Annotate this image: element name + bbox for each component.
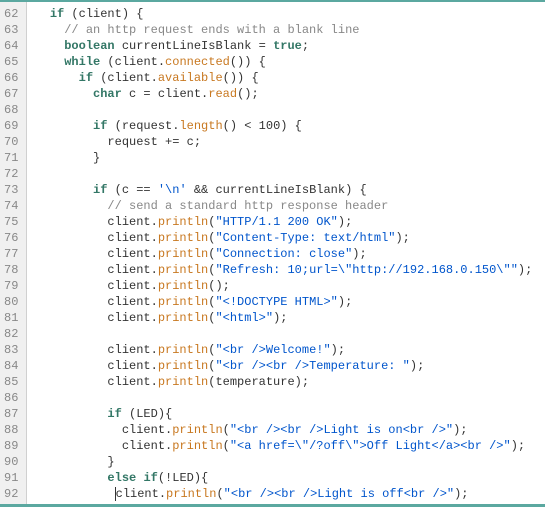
code-line[interactable]: // an http request ends with a blank lin… [35,22,545,38]
code-line[interactable]: client.println("<br /><br />Temperature:… [35,358,545,374]
line-number: 63 [4,22,18,38]
line-number: 89 [4,438,18,454]
code-line[interactable]: } [35,454,545,470]
code-line[interactable] [35,326,545,342]
code-area[interactable]: if (client) { // an http request ends wi… [27,2,545,504]
line-number: 84 [4,358,18,374]
line-number: 64 [4,38,18,54]
line-number: 90 [4,454,18,470]
code-line[interactable]: client.println("Refresh: 10;url=\"http:/… [35,262,545,278]
code-line[interactable]: if (client.available()) { [35,70,545,86]
line-number-gutter: 6263646566676869707172737475767778798081… [0,2,27,504]
code-line[interactable]: while (client.connected()) { [35,54,545,70]
code-line[interactable] [35,102,545,118]
code-line[interactable]: client.println("<!DOCTYPE HTML>"); [35,294,545,310]
line-number: 91 [4,470,18,486]
line-number: 72 [4,166,18,182]
line-number: 75 [4,214,18,230]
line-number: 86 [4,390,18,406]
code-line[interactable]: client.println("<br /><br />Light is off… [35,486,545,502]
line-number: 73 [4,182,18,198]
code-line[interactable]: if (client) { [35,6,545,22]
line-number: 76 [4,230,18,246]
code-line[interactable]: boolean currentLineIsBlank = true; [35,38,545,54]
line-number: 65 [4,54,18,70]
line-number: 69 [4,118,18,134]
code-line[interactable]: // send a standard http response header [35,198,545,214]
code-line[interactable]: client.println("Connection: close"); [35,246,545,262]
line-number: 87 [4,406,18,422]
line-number: 62 [4,6,18,22]
text-cursor [115,487,116,501]
code-line[interactable] [35,166,545,182]
line-number: 85 [4,374,18,390]
code-line[interactable]: client.println("<br /><br />Light is on<… [35,422,545,438]
line-number: 74 [4,198,18,214]
code-line[interactable]: if (request.length() < 100) { [35,118,545,134]
line-number: 77 [4,246,18,262]
line-number: 66 [4,70,18,86]
code-line[interactable]: if (LED){ [35,406,545,422]
code-line[interactable]: client.println("<html>"); [35,310,545,326]
code-line[interactable]: client.println("<a href=\"/?off\">Off Li… [35,438,545,454]
code-line[interactable]: if (c == '\n' && currentLineIsBlank) { [35,182,545,198]
code-line[interactable]: } [35,150,545,166]
line-number: 82 [4,326,18,342]
line-number: 68 [4,102,18,118]
line-number: 81 [4,310,18,326]
code-line[interactable]: request += c; [35,134,545,150]
line-number: 70 [4,134,18,150]
line-number: 83 [4,342,18,358]
line-number: 92 [4,486,18,502]
code-line[interactable] [35,390,545,406]
code-line[interactable]: else if(!LED){ [35,470,545,486]
code-line[interactable]: char c = client.read(); [35,86,545,102]
code-line[interactable]: client.println("HTTP/1.1 200 OK"); [35,214,545,230]
line-number: 78 [4,262,18,278]
line-number: 71 [4,150,18,166]
line-number: 67 [4,86,18,102]
line-number: 80 [4,294,18,310]
line-number: 79 [4,278,18,294]
code-line[interactable]: client.println("Content-Type: text/html"… [35,230,545,246]
code-line[interactable]: client.println("<br />Welcome!"); [35,342,545,358]
code-line[interactable]: client.println(); [35,278,545,294]
line-number: 88 [4,422,18,438]
code-line[interactable]: client.println(temperature); [35,374,545,390]
